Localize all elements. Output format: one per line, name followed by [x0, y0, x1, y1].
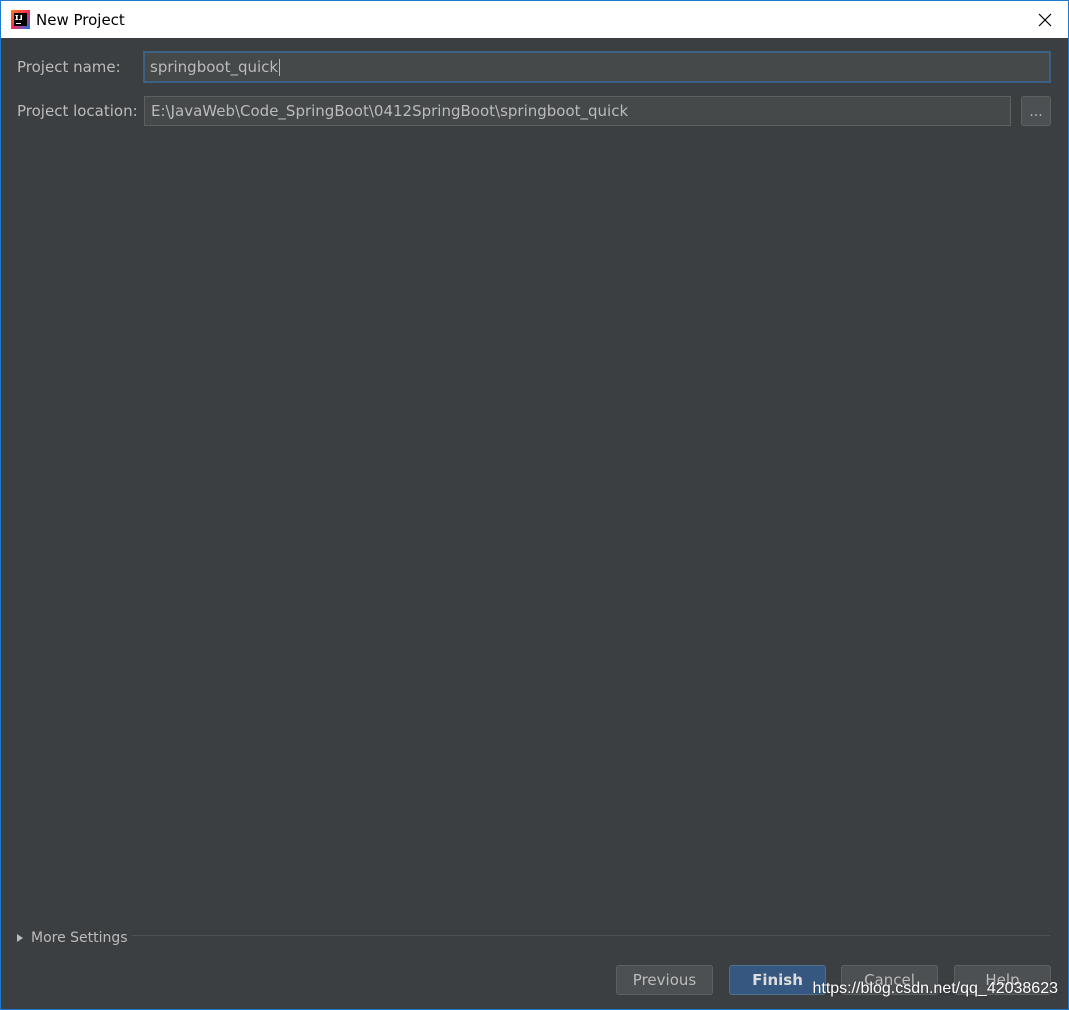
project-location-input[interactable]: E:\JavaWeb\Code_SpringBoot\0412SpringBoo…: [144, 96, 1011, 126]
more-settings-label: More Settings: [31, 930, 128, 946]
previous-button[interactable]: Previous: [616, 965, 713, 995]
title-bar: New Project: [1, 1, 1068, 38]
close-button[interactable]: [1022, 1, 1068, 38]
project-name-input[interactable]: springboot_quick: [143, 51, 1051, 83]
project-name-value: springboot_quick: [150, 58, 279, 76]
project-name-label: Project name:: [17, 58, 121, 76]
settings-divider: [132, 935, 1050, 936]
triangle-right-icon: [17, 934, 23, 942]
text-caret: [279, 59, 281, 76]
browse-button[interactable]: ...: [1021, 96, 1051, 126]
project-location-label: Project location:: [17, 102, 138, 120]
dialog-content: Project name: springboot_quick Project l…: [1, 38, 1068, 1009]
close-icon: [1038, 13, 1052, 27]
watermark-url: https://blog.csdn.net/qq_42038623: [812, 980, 1058, 997]
new-project-dialog: New Project Project name: springboot_qui…: [0, 0, 1069, 1010]
window-title: New Project: [36, 11, 125, 29]
more-settings-toggle[interactable]: More Settings: [17, 928, 128, 948]
project-location-value: E:\JavaWeb\Code_SpringBoot\0412SpringBoo…: [151, 102, 629, 120]
intellij-idea-icon: [11, 10, 30, 29]
